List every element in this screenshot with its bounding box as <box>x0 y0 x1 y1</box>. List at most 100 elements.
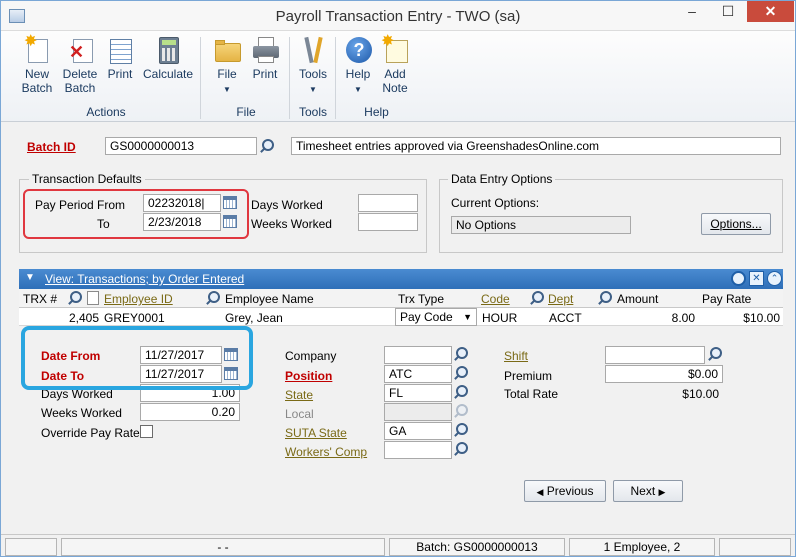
note-icon[interactable] <box>87 291 99 305</box>
weeks-worked-label: Weeks Worked <box>41 406 122 420</box>
total-rate-value: $10.00 <box>682 387 719 401</box>
add-note-button[interactable]: ✸ Add Note <box>377 34 413 95</box>
row-pay-rate: $10.00 <box>743 311 780 325</box>
current-options-label: Current Options: <box>451 196 540 210</box>
date-range-highlight <box>21 326 253 390</box>
suta-state-input[interactable]: GA <box>384 422 452 440</box>
override-pay-rate-checkbox[interactable] <box>140 425 153 438</box>
chevron-left-icon: ◀ <box>536 487 544 497</box>
defaults-weeks-worked-input[interactable] <box>358 213 418 231</box>
help-icon: ? <box>343 35 373 65</box>
previous-button[interactable]: ◀ Previous <box>524 480 606 502</box>
status-cell-extra <box>719 538 791 556</box>
ribbon-separator <box>289 37 290 119</box>
col-code[interactable]: Code <box>481 292 510 306</box>
status-cell-summary: 1 Employee, 2 Transactions <box>569 538 715 557</box>
printer-icon <box>250 35 280 65</box>
state-lookup-icon[interactable] <box>453 384 469 400</box>
row-employee-id: GREY0001 <box>104 311 165 325</box>
suta-state-label[interactable]: SUTA State <box>285 426 347 440</box>
status-cell-batch: Batch: GS0000000013 <box>389 538 565 556</box>
options-button[interactable]: Options... <box>701 213 771 235</box>
collapse-icon[interactable]: ⌃ <box>767 271 782 286</box>
show-details-icon[interactable]: ✕ <box>749 271 764 286</box>
refresh-icon[interactable] <box>731 271 746 286</box>
batch-id-label[interactable]: Batch ID <box>27 140 76 154</box>
premium-label: Premium <box>504 369 553 383</box>
minimize-button[interactable]: – <box>677 1 707 22</box>
new-batch-button[interactable]: ✸ New Batch <box>15 34 59 96</box>
workers-comp-input[interactable] <box>384 441 452 459</box>
state-input[interactable]: FL <box>384 384 452 402</box>
col-trx-number: TRX # <box>23 292 58 306</box>
tools-menu-button[interactable]: Tools ▼ <box>295 35 331 97</box>
status-cell-empty <box>5 538 57 556</box>
defaults-days-worked-input[interactable] <box>358 194 418 212</box>
shift-lookup-icon[interactable] <box>707 346 723 362</box>
data-entry-options-title: Data Entry Options <box>448 172 556 186</box>
company-lookup-icon[interactable] <box>453 346 469 362</box>
tools-icon <box>298 35 328 65</box>
calculate-button[interactable]: Calculate <box>141 35 195 81</box>
row-employee-name: Grey, Jean <box>225 311 283 325</box>
ribbon-toolbar: ✸ New Batch ✕ Delete Batch Print Calcula… <box>1 31 795 122</box>
title-bar: Payroll Transaction Entry - TWO (sa) – ☐… <box>1 1 795 31</box>
batch-id-input[interactable]: GS0000000013 <box>105 137 257 155</box>
close-button[interactable]: ✕ <box>747 1 794 22</box>
ribbon-separator <box>200 37 201 119</box>
shift-label[interactable]: Shift <box>504 349 528 363</box>
grid-view-label[interactable]: View: Transactions; by Order Entered <box>45 272 244 286</box>
total-rate-label: Total Rate <box>504 387 559 401</box>
state-label[interactable]: State <box>285 388 313 402</box>
local-lookup-icon <box>453 403 469 419</box>
transaction-defaults-title: Transaction Defaults <box>29 172 145 186</box>
code-lookup-icon[interactable] <box>529 290 545 306</box>
file-menu-button[interactable]: File ▼ <box>209 35 245 97</box>
batch-comment-input[interactable]: Timesheet entries approved via Greenshad… <box>291 137 781 155</box>
folder-icon <box>212 35 242 65</box>
col-trx-type: Trx Type <box>398 292 445 306</box>
delete-batch-icon: ✕ <box>65 35 95 65</box>
row-amount: 8.00 <box>671 311 695 325</box>
row-code: HOUR <box>482 311 518 325</box>
delete-batch-button[interactable]: ✕ Delete Batch <box>58 35 102 95</box>
print-button[interactable]: Print <box>247 35 283 81</box>
chevron-down-icon: ▼ <box>309 85 317 94</box>
employee-lookup-icon[interactable] <box>205 290 221 306</box>
company-label: Company <box>285 349 337 363</box>
local-label: Local <box>285 407 314 421</box>
batch-lookup-icon[interactable] <box>259 138 275 154</box>
chevron-down-icon: ▼ <box>463 312 472 322</box>
row-trx-type-select[interactable]: Pay Code ▼ <box>395 308 477 326</box>
payroll-transaction-entry-window: Payroll Transaction Entry - TWO (sa) – ☐… <box>0 0 796 557</box>
premium-input[interactable]: $0.00 <box>605 365 723 383</box>
ribbon-group-actions: Actions <box>86 105 126 119</box>
next-button[interactable]: Next ▶ <box>613 480 683 502</box>
row-trx-number: 2,405 <box>68 311 99 325</box>
local-input <box>384 403 452 421</box>
print-report-button[interactable]: Print <box>102 35 138 81</box>
expand-collapse-icon[interactable]: ▼ <box>25 272 35 283</box>
defaults-weeks-worked-label: Weeks Worked <box>251 217 332 231</box>
trx-lookup-icon[interactable] <box>67 290 83 306</box>
maximize-button[interactable]: ☐ <box>713 1 743 22</box>
suta-lookup-icon[interactable] <box>453 422 469 438</box>
col-employee-id[interactable]: Employee ID <box>104 292 173 306</box>
position-lookup-icon[interactable] <box>453 365 469 381</box>
defaults-days-worked-label: Days Worked <box>251 198 323 212</box>
col-employee-name: Employee Name <box>225 292 314 306</box>
calculator-icon <box>153 35 183 65</box>
workers-comp-lookup-icon[interactable] <box>453 441 469 457</box>
weeks-worked-input[interactable]: 0.20 <box>140 403 240 421</box>
col-dept[interactable]: Dept <box>548 292 573 306</box>
position-input[interactable]: ATC <box>384 365 452 383</box>
add-note-icon: ✸ <box>380 34 410 65</box>
shift-input[interactable] <box>605 346 705 364</box>
row-dept: ACCT <box>549 311 582 325</box>
workers-comp-label[interactable]: Workers' Comp <box>285 445 367 459</box>
company-input[interactable] <box>384 346 452 364</box>
dept-lookup-icon[interactable] <box>597 290 613 306</box>
help-menu-button[interactable]: ? Help ▼ <box>340 35 376 97</box>
position-label[interactable]: Position <box>285 369 332 383</box>
ribbon-group-tools: Tools <box>298 105 327 119</box>
